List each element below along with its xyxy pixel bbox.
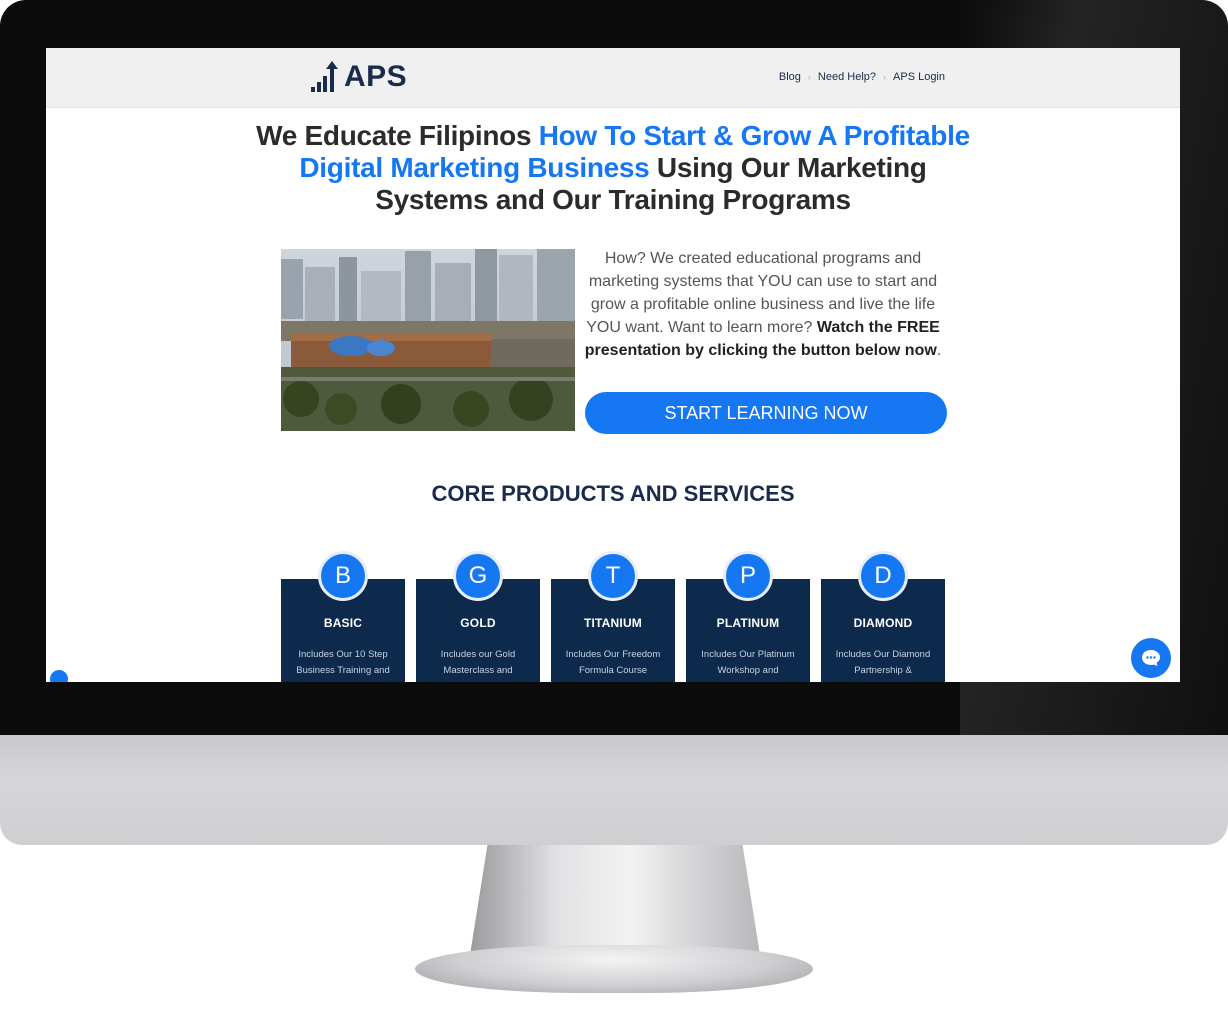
product-name: GOLD: [460, 616, 496, 630]
nav-need-help[interactable]: Need Help?: [818, 71, 876, 83]
product-description: Includes Our Platinum Workshop and: [701, 649, 795, 676]
chat-bubble-icon: [1142, 650, 1160, 666]
product-description: Includes Our 10 Step Business Training a…: [296, 649, 390, 676]
headline-part1: We Educate Filipinos: [256, 120, 539, 151]
top-nav: Blog › Need Help? › APS Login: [779, 71, 945, 83]
intro-end: .: [936, 342, 942, 359]
product-badge-gold: G: [453, 551, 503, 601]
product-badge-platinum: P: [723, 551, 773, 601]
nav-aps-login[interactable]: APS Login: [893, 71, 945, 83]
product-badge-basic: B: [318, 551, 368, 601]
product-description: Includes Our Diamond Partnership &: [835, 649, 931, 676]
aps-logo[interactable]: APS: [310, 60, 407, 94]
product-badge-titanium: T: [588, 551, 638, 601]
product-name: PLATINUM: [716, 616, 780, 630]
hero-headline: We Educate Filipinos How To Start & Grow…: [246, 120, 980, 216]
product-description: Includes our Gold Masterclass and: [440, 649, 516, 676]
product-description: Includes Our Freedom Formula Course: [565, 649, 661, 676]
chevron-right-icon: ›: [883, 72, 887, 82]
hero-intro: How? We created educational programs and…: [582, 247, 944, 362]
rising-bars-arrow-icon: [311, 61, 338, 92]
product-name: DIAMOND: [853, 616, 913, 630]
monitor-chin: [0, 735, 1228, 845]
screen: APS Blog › Need Help? › APS Login We Edu…: [46, 48, 1180, 682]
logo-text: APS: [344, 60, 408, 93]
hero-photo: [281, 249, 575, 431]
product-name: TITANIUM: [583, 616, 643, 630]
site-header: APS Blog › Need Help? › APS Login: [46, 48, 1180, 108]
chevron-right-icon: ›: [807, 72, 811, 82]
product-badge-diamond: D: [858, 551, 908, 601]
monitor-stand-neck: [470, 845, 760, 955]
chat-widget-button[interactable]: [1131, 638, 1171, 678]
product-name: BASIC: [323, 616, 363, 630]
products-section-title: CORE PRODUCTS AND SERVICES: [431, 481, 795, 506]
monitor-stand-base: [415, 945, 813, 993]
nav-blog[interactable]: Blog: [779, 71, 801, 83]
accessibility-icon[interactable]: [48, 668, 70, 682]
city-building-image: [281, 249, 575, 431]
start-learning-button[interactable]: START LEARNING NOW: [585, 392, 947, 434]
